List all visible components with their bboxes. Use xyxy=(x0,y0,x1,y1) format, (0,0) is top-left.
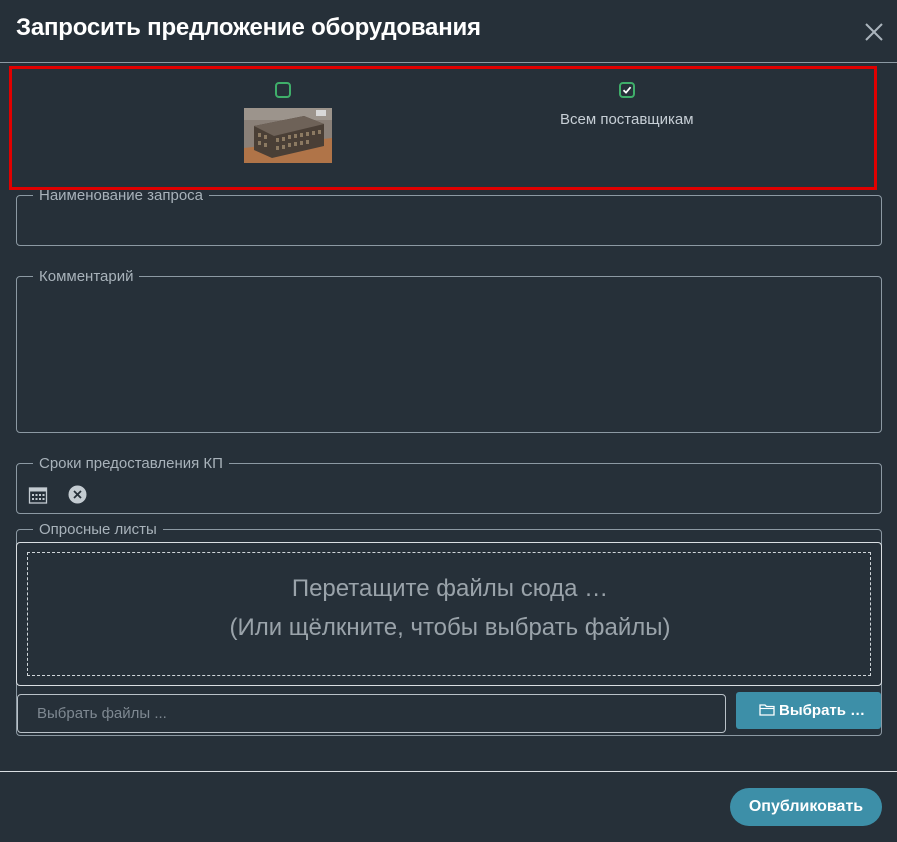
file-path-placeholder: Выбрать файлы ... xyxy=(37,705,167,722)
dialog-header: Запросить предложение оборудования xyxy=(0,0,897,63)
publish-button[interactable]: Опубликовать xyxy=(730,788,882,826)
check-icon xyxy=(622,86,632,94)
all-suppliers-checkbox[interactable] xyxy=(619,82,635,98)
questionnaires-legend: Опросные листы xyxy=(39,521,157,538)
dialog-title: Запросить предложение оборудования xyxy=(16,14,481,41)
request-name-field[interactable]: Наименование запроса xyxy=(16,187,882,246)
footer-divider xyxy=(0,771,897,772)
deadline-legend: Сроки предоставления КП xyxy=(39,455,223,472)
choose-files-label: Выбрать … xyxy=(779,702,866,719)
request-equipment-dialog: Запросить предложение оборудования Всем … xyxy=(0,0,897,842)
object-checkbox[interactable] xyxy=(275,82,291,98)
recipients-highlight-box xyxy=(9,66,877,190)
file-path-input[interactable]: Выбрать файлы ... xyxy=(17,694,726,733)
request-name-legend: Наименование запроса xyxy=(39,187,204,204)
comment-legend: Комментарий xyxy=(39,268,134,285)
folder-icon xyxy=(759,704,775,716)
close-icon[interactable] xyxy=(862,20,886,44)
choose-files-button[interactable]: Выбрать … xyxy=(736,692,881,729)
building-thumbnail xyxy=(244,108,332,163)
all-suppliers-label: Всем поставщикам xyxy=(560,111,694,128)
comment-field[interactable]: Комментарий xyxy=(16,268,882,433)
file-dropzone[interactable]: Перетащите файлы сюда … (Или щёлкните, ч… xyxy=(27,552,871,676)
clear-date-icon[interactable] xyxy=(68,485,87,504)
deadline-field: Сроки предоставления КП xyxy=(16,455,882,514)
calendar-icon[interactable] xyxy=(28,485,48,505)
dropzone-hint: Перетащите файлы сюда … xyxy=(291,575,609,602)
dropzone-subhint: (Или щёлкните, чтобы выбрать файлы) xyxy=(229,614,671,641)
